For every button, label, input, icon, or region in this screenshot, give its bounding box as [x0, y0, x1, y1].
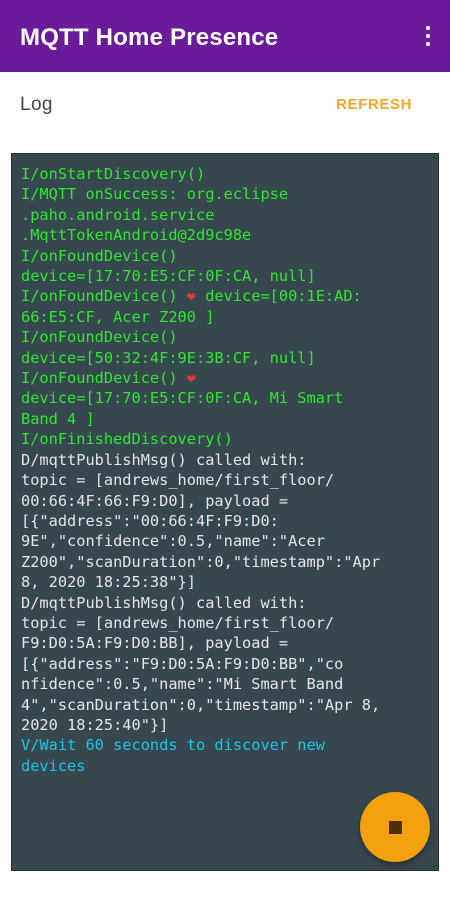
log-line: Band 4 ]	[21, 409, 430, 429]
app-bar: MQTT Home Presence	[0, 0, 450, 72]
log-line-text: I/onFoundDevice()	[21, 246, 178, 265]
log-line: 4","scanDuration":0,"timestamp":"Apr 8,	[21, 695, 430, 715]
log-line-text: 2020 18:25:40"}]	[21, 715, 169, 734]
log-line-text: device=[50:32:4F:9E:3B:CF, null]	[21, 348, 316, 367]
log-line-text: 00:66:4F:66:F9:D0], payload =	[21, 491, 289, 510]
log-line-text: device=[17:70:E5:CF:0F:CA, Mi Smart	[21, 389, 344, 408]
log-line-text: Band 4 ]	[21, 409, 95, 428]
log-line: I/onFoundDevice() ❤ device=[00:1E:AD:	[21, 286, 430, 306]
log-line: 00:66:4F:66:F9:D0], payload =	[21, 491, 430, 511]
log-line-text: I/onFoundDevice()	[21, 369, 187, 388]
log-line: 2020 18:25:40"}]	[21, 715, 430, 735]
log-line: 9E","confidence":0.5,"name":"Acer	[21, 531, 430, 551]
app-title: MQTT Home Presence	[20, 24, 279, 51]
log-line-text: D/mqttPublishMsg() called with:	[21, 450, 307, 469]
log-line: I/onFoundDevice()	[21, 327, 430, 347]
log-line: I/onFoundDevice() ❤	[21, 368, 430, 388]
log-line-text: I/onFoundDevice()	[21, 328, 178, 347]
log-line: topic = [andrews_home/first_floor/	[21, 613, 430, 633]
log-line: 66:E5:CF, Acer Z200 ]	[21, 307, 430, 327]
log-line-text: I/MQTT onSuccess: org.eclipse	[21, 185, 289, 204]
log-line: .paho.android.service	[21, 205, 430, 225]
stop-discovery-button[interactable]	[360, 792, 430, 862]
log-line: D/mqttPublishMsg() called with:	[21, 593, 430, 613]
log-line-text-after: device=[00:1E:AD:	[196, 287, 362, 306]
log-line: I/onFoundDevice()	[21, 246, 430, 266]
log-line-text: D/mqttPublishMsg() called with:	[21, 593, 307, 612]
log-line-text: nfidence":0.5,"name":"Mi Smart Band	[21, 675, 344, 694]
log-line-text: Z200","scanDuration":0,"timestamp":"Apr	[21, 552, 381, 571]
log-line: device=[17:70:E5:CF:0F:CA, null]	[21, 266, 430, 286]
log-line-text: [{"address":"00:66:4F:F9:D0:	[21, 511, 279, 530]
heart-icon: ❤	[186, 369, 196, 388]
log-line-text: 8, 2020 18:25:38"}]	[21, 573, 196, 592]
log-line: I/onStartDiscovery()	[21, 164, 430, 184]
log-line-text: topic = [andrews_home/first_floor/	[21, 471, 335, 490]
log-line: .MqttTokenAndroid@2d9c98e	[21, 225, 430, 245]
log-line: nfidence":0.5,"name":"Mi Smart Band	[21, 674, 430, 694]
log-header: Log REFRESH	[0, 72, 450, 134]
log-line: topic = [andrews_home/first_floor/	[21, 470, 430, 490]
log-line: F9:D0:5A:F9:D0:BB], payload =	[21, 633, 430, 653]
log-line-text: devices	[21, 756, 86, 775]
log-line-text: 4","scanDuration":0,"timestamp":"Apr 8,	[21, 695, 381, 714]
log-line-text: 9E","confidence":0.5,"name":"Acer	[21, 532, 325, 551]
log-line-text: I/onFoundDevice()	[21, 287, 187, 306]
heart-icon: ❤	[186, 287, 196, 306]
log-line-text: .MqttTokenAndroid@2d9c98e	[21, 226, 252, 245]
log-label: Log	[20, 94, 53, 115]
log-line: 8, 2020 18:25:38"}]	[21, 572, 430, 592]
log-line: [{"address":"00:66:4F:F9:D0:	[21, 511, 430, 531]
refresh-button[interactable]: REFRESH	[336, 96, 412, 113]
log-line: I/MQTT onSuccess: org.eclipse	[21, 184, 430, 204]
log-line-text: .paho.android.service	[21, 205, 215, 224]
log-line: device=[50:32:4F:9E:3B:CF, null]	[21, 348, 430, 368]
more-vertical-icon[interactable]	[420, 24, 436, 50]
log-line: I/onFinishedDiscovery()	[21, 429, 430, 449]
log-line: V/Wait 60 seconds to discover new	[21, 735, 430, 755]
log-line-text: V/Wait 60 seconds to discover new	[21, 736, 325, 755]
stop-icon	[389, 821, 402, 834]
log-line-text: device=[17:70:E5:CF:0F:CA, null]	[21, 267, 316, 286]
log-line-text: 66:E5:CF, Acer Z200 ]	[21, 307, 215, 326]
log-line: Z200","scanDuration":0,"timestamp":"Apr	[21, 552, 430, 572]
log-line-text: topic = [andrews_home/first_floor/	[21, 613, 335, 632]
log-line: [{"address":"F9:D0:5A:F9:D0:BB","co	[21, 654, 430, 674]
log-line: D/mqttPublishMsg() called with:	[21, 450, 430, 470]
log-line-text: I/onFinishedDiscovery()	[21, 430, 233, 449]
log-line: device=[17:70:E5:CF:0F:CA, Mi Smart	[21, 388, 430, 408]
log-console[interactable]: I/onStartDiscovery() I/MQTT onSuccess: or…	[11, 153, 439, 871]
log-line: devices	[21, 756, 430, 776]
log-line-text: F9:D0:5A:F9:D0:BB], payload =	[21, 634, 289, 653]
log-line-text: I/onStartDiscovery()	[21, 165, 206, 183]
log-line-text: [{"address":"F9:D0:5A:F9:D0:BB","co	[21, 654, 344, 673]
